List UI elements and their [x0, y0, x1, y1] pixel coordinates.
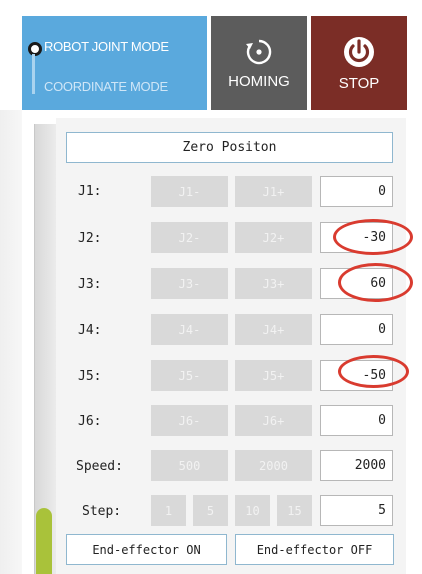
- step-5-button[interactable]: 5: [193, 495, 228, 526]
- j2-plus-button[interactable]: J2+: [235, 222, 312, 253]
- robot-joint-mode-option[interactable]: ROBOT JOINT MODE: [44, 39, 169, 54]
- j2-label: J2:: [78, 231, 102, 246]
- j3-plus-button[interactable]: J3+: [235, 268, 312, 299]
- j4-value-field[interactable]: 0: [320, 314, 393, 345]
- j4-label: J4:: [78, 323, 102, 338]
- step-15-button[interactable]: 15: [277, 495, 312, 526]
- j3-value-field[interactable]: 60: [320, 268, 393, 299]
- j3-label: J3:: [78, 277, 102, 292]
- homing-icon: [246, 39, 272, 64]
- coordinate-mode-option[interactable]: COORDINATE MODE: [44, 79, 168, 94]
- left-panel-edge: [0, 110, 22, 574]
- j1-label: J1:: [78, 184, 102, 199]
- power-icon: [344, 36, 374, 67]
- speed-500-button[interactable]: 500: [151, 450, 228, 481]
- step-label: Step:: [82, 504, 122, 519]
- j4-plus-button[interactable]: J4+: [235, 314, 312, 345]
- selected-radio-icon: [28, 42, 42, 56]
- j2-value-field[interactable]: -30: [320, 222, 393, 253]
- speed-2000-button[interactable]: 2000: [235, 450, 312, 481]
- side-scrollbar-thumb[interactable]: [36, 508, 52, 574]
- stop-label: STOP: [338, 74, 380, 92]
- j2-minus-button[interactable]: J2-: [151, 222, 228, 253]
- mode-switch-track[interactable]: [32, 54, 35, 94]
- homing-button[interactable]: HOMING: [211, 16, 307, 110]
- speed-value-field[interactable]: 2000: [320, 450, 393, 481]
- step-10-button[interactable]: 10: [235, 495, 270, 526]
- zero-position-button[interactable]: Zero Positon: [66, 132, 393, 163]
- j5-plus-button[interactable]: J5+: [235, 360, 312, 391]
- j6-label: J6:: [78, 414, 102, 429]
- j5-minus-button[interactable]: J5-: [151, 360, 228, 391]
- end-effector-off-button[interactable]: End-effector OFF: [235, 534, 394, 565]
- j1-value-field[interactable]: 0: [320, 176, 393, 207]
- j5-label: J5:: [78, 369, 102, 384]
- j3-minus-button[interactable]: J3-: [151, 268, 228, 299]
- j6-minus-button[interactable]: J6-: [151, 405, 228, 436]
- j1-plus-button[interactable]: J1+: [235, 176, 312, 207]
- step-1-button[interactable]: 1: [151, 495, 186, 526]
- end-effector-on-button[interactable]: End-effector ON: [66, 534, 227, 565]
- step-value-field[interactable]: 5: [320, 495, 393, 526]
- j4-minus-button[interactable]: J4-: [151, 314, 228, 345]
- j6-plus-button[interactable]: J6+: [235, 405, 312, 436]
- j1-minus-button[interactable]: J1-: [151, 176, 228, 207]
- j5-value-field[interactable]: -50: [320, 360, 393, 391]
- stop-button[interactable]: STOP: [311, 16, 407, 110]
- homing-label: HOMING: [228, 72, 290, 90]
- mode-selector[interactable]: ROBOT JOINT MODE COORDINATE MODE: [22, 16, 207, 110]
- speed-label: Speed:: [76, 459, 123, 474]
- side-scrollbar-track[interactable]: [34, 124, 57, 574]
- j6-value-field[interactable]: 0: [320, 405, 393, 436]
